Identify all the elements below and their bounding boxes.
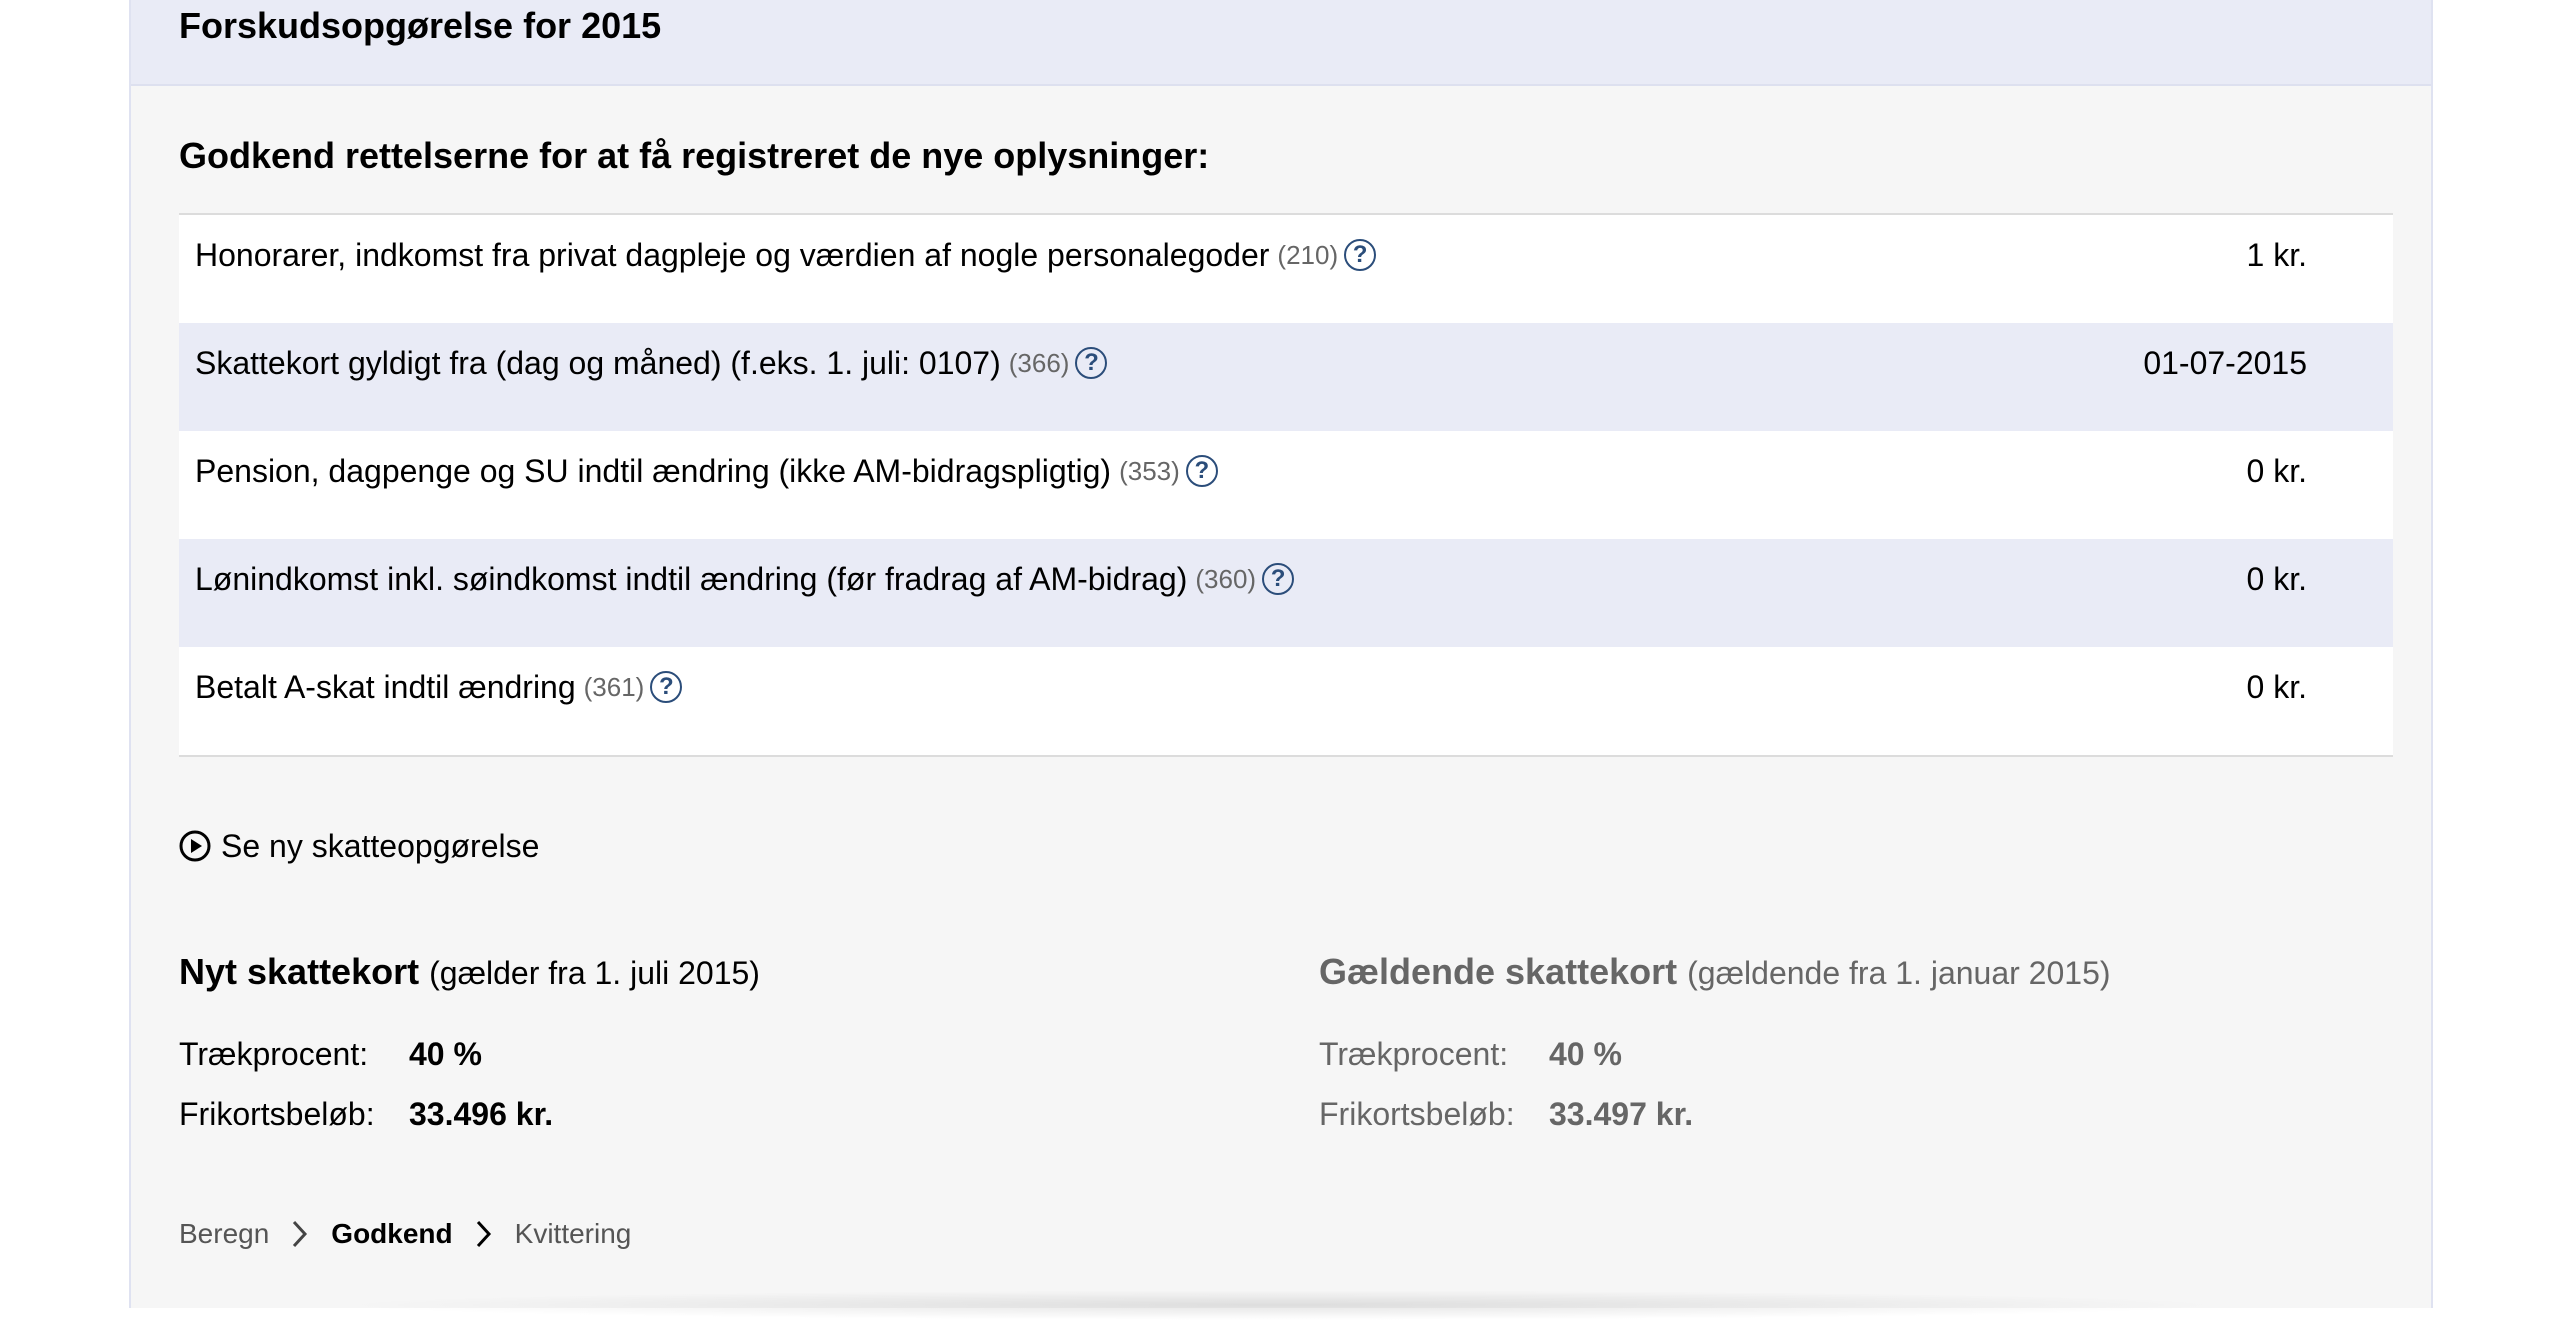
row-value: 01-07-2015 — [2143, 345, 2307, 381]
row-code: (366) — [1008, 348, 1070, 378]
current-tax-card: Gældende skattekort (gældende fra 1. jan… — [1319, 948, 2319, 1132]
row-label: Lønindkomst inkl. søindkomst indtil ændr… — [195, 561, 1188, 597]
rate-value: 40 % — [1549, 1036, 1622, 1072]
new-tax-card: Nyt skattekort (gælder fra 1. juli 2015)… — [179, 948, 1179, 1132]
card-subtitle: (gælder fra 1. juli 2015) — [429, 955, 760, 991]
rate-label: Trækprocent: — [179, 1036, 369, 1072]
allowance-value: 33.497 kr. — [1549, 1096, 1694, 1132]
main-panel: Forskudsopgørelse for 2015 Godkend rette… — [129, 0, 2433, 1320]
row-value: 1 kr. — [2246, 237, 2307, 273]
row-label: Betalt A-skat indtil ændring — [195, 669, 576, 705]
rate-label: Trækprocent: — [1319, 1036, 1509, 1072]
card-title: Nyt skattekort — [179, 951, 420, 992]
help-icon[interactable]: ? — [1344, 239, 1377, 271]
section-heading: Godkend rettelserne for at få registrere… — [179, 135, 1210, 176]
breadcrumb: Beregn Godkend Kvittering — [179, 1214, 631, 1254]
row-value: 0 kr. — [2246, 561, 2307, 597]
rate-value: 40 % — [409, 1036, 482, 1072]
row-value: 0 kr. — [2246, 669, 2307, 705]
row-label: Honorarer, indkomst fra privat dagpleje … — [195, 237, 1270, 273]
row-code: (360) — [1195, 564, 1257, 594]
list-item: Pension, dagpenge og SU indtil ændring (… — [179, 431, 2393, 539]
page-title: Forskudsopgørelse for 2015 — [179, 5, 662, 46]
allowance-label: Frikortsbeløb: — [1319, 1096, 1515, 1132]
help-icon[interactable]: ? — [650, 671, 683, 703]
help-icon[interactable]: ? — [1185, 455, 1218, 487]
card-subtitle: (gældende fra 1. januar 2015) — [1687, 955, 2111, 991]
row-code: (353) — [1119, 456, 1180, 486]
list-item: Honorarer, indkomst fra privat dagpleje … — [179, 215, 2393, 323]
see-new-tax-assessment-link[interactable]: Se ny skatteopgørelse — [179, 826, 539, 866]
card-title: Gældende skattekort — [1319, 951, 1678, 992]
chevron-right-icon — [476, 1220, 491, 1248]
row-label: Pension, dagpenge og SU indtil ændring (… — [195, 453, 1112, 489]
allowance-value: 33.496 kr. — [409, 1096, 554, 1132]
corrections-list: Honorarer, indkomst fra privat dagpleje … — [179, 213, 2393, 757]
help-icon[interactable]: ? — [1075, 347, 1108, 379]
see-link-label: Se ny skatteopgørelse — [221, 828, 540, 864]
row-value: 0 kr. — [2246, 453, 2307, 489]
list-item: Lønindkomst inkl. søindkomst indtil ændr… — [179, 539, 2393, 647]
allowance-label: Frikortsbeløb: — [179, 1096, 375, 1132]
list-item: Skattekort gyldigt fra (dag og måned) (f… — [179, 323, 2393, 431]
panel-header: Forskudsopgørelse for 2015 — [131, 0, 2431, 86]
breadcrumb-step-approve: Godkend — [331, 1218, 453, 1249]
footer-shadow — [331, 1290, 2231, 1320]
breadcrumb-step-receipt: Kvittering — [514, 1218, 632, 1249]
play-circle-icon — [179, 830, 211, 862]
help-icon[interactable]: ? — [1262, 563, 1295, 595]
row-code: (210) — [1277, 240, 1339, 270]
chevron-right-icon — [293, 1220, 308, 1248]
breadcrumb-step-calculate[interactable]: Beregn — [179, 1218, 269, 1250]
row-label: Skattekort gyldigt fra (dag og måned) (f… — [195, 345, 1001, 381]
row-code: (361) — [583, 672, 645, 702]
list-item: Betalt A-skat indtil ændring (361) ? 0 k… — [179, 647, 2393, 755]
